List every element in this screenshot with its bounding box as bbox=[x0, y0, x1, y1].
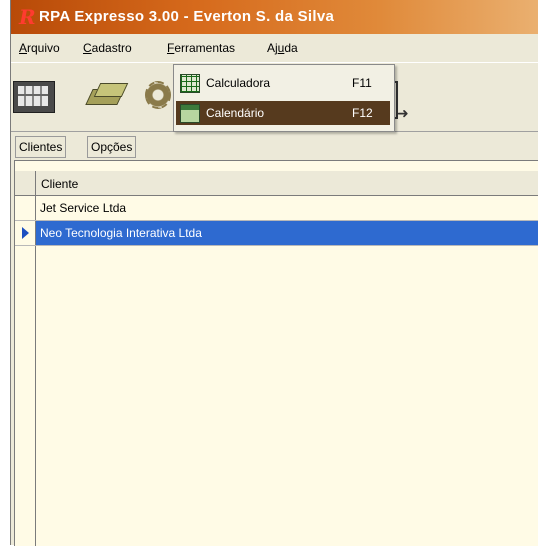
cell-cliente[interactable]: Jet Service Ltda bbox=[36, 196, 538, 220]
ferramentas-dropdown: Calculadora F11 Calendário F12 bbox=[173, 64, 395, 132]
menu-cadastro-accel: C bbox=[83, 41, 92, 55]
cell-cliente[interactable]: Neo Tecnologia Interativa Ltda bbox=[36, 221, 538, 245]
menu-cadastro[interactable]: Cadastro bbox=[83, 41, 132, 55]
table-row[interactable]: Jet Service Ltda bbox=[15, 196, 538, 221]
title-bar[interactable]: R RPA Expresso 3.00 - Everton S. da Silv… bbox=[11, 0, 538, 34]
menu-arquivo[interactable]: Arquivo bbox=[19, 41, 60, 55]
menu-item-shortcut: F12 bbox=[352, 106, 373, 120]
calendar-icon[interactable] bbox=[13, 81, 55, 113]
menu-item-calendario[interactable]: Calendário F12 bbox=[176, 101, 390, 125]
clients-grid: Cliente Jet Service Ltda Neo Tecnologia … bbox=[14, 160, 538, 546]
row-pointer-icon bbox=[22, 227, 29, 239]
calendar-icon bbox=[180, 104, 200, 123]
gear-icon[interactable] bbox=[145, 81, 171, 109]
box-top-shape bbox=[93, 83, 129, 97]
grid-header: Cliente bbox=[15, 171, 538, 196]
menu-ajuda-label: da bbox=[284, 41, 298, 55]
menu-arquivo-accel: A bbox=[19, 41, 28, 55]
menu-ajuda-pre: Aj bbox=[267, 41, 278, 55]
app-logo-icon: R bbox=[19, 5, 36, 29]
table-row[interactable]: Neo Tecnologia Interativa Ltda bbox=[15, 221, 538, 246]
tab-opcoes[interactable]: Opções bbox=[87, 136, 137, 158]
window-title: RPA Expresso 3.00 - Everton S. da Silva bbox=[39, 8, 335, 25]
menu-bar: Arquivo Cadastro Ferramentas Ajuda bbox=[11, 36, 538, 60]
menu-item-label: Calculadora bbox=[206, 76, 271, 90]
menu-item-calculadora[interactable]: Calculadora F11 bbox=[176, 71, 390, 95]
calculator-icon bbox=[180, 74, 200, 93]
boxes-icon[interactable] bbox=[85, 83, 129, 109]
menu-ferramentas-label: erramentas bbox=[174, 41, 236, 55]
column-header-cliente[interactable]: Cliente bbox=[41, 177, 78, 191]
menu-item-shortcut: F11 bbox=[352, 76, 372, 90]
menu-cadastro-label: adastro bbox=[91, 41, 132, 55]
menu-arquivo-label: rquivo bbox=[27, 41, 60, 55]
menu-ajuda[interactable]: Ajuda bbox=[267, 41, 298, 55]
app-window: R RPA Expresso 3.00 - Everton S. da Silv… bbox=[10, 0, 538, 546]
tab-clientes[interactable]: Clientes bbox=[15, 136, 67, 158]
exit-arrow-icon: ➜ bbox=[397, 105, 409, 121]
menu-item-label: Calendário bbox=[206, 106, 265, 120]
menu-ferramentas[interactable]: Ferramentas bbox=[167, 41, 235, 55]
